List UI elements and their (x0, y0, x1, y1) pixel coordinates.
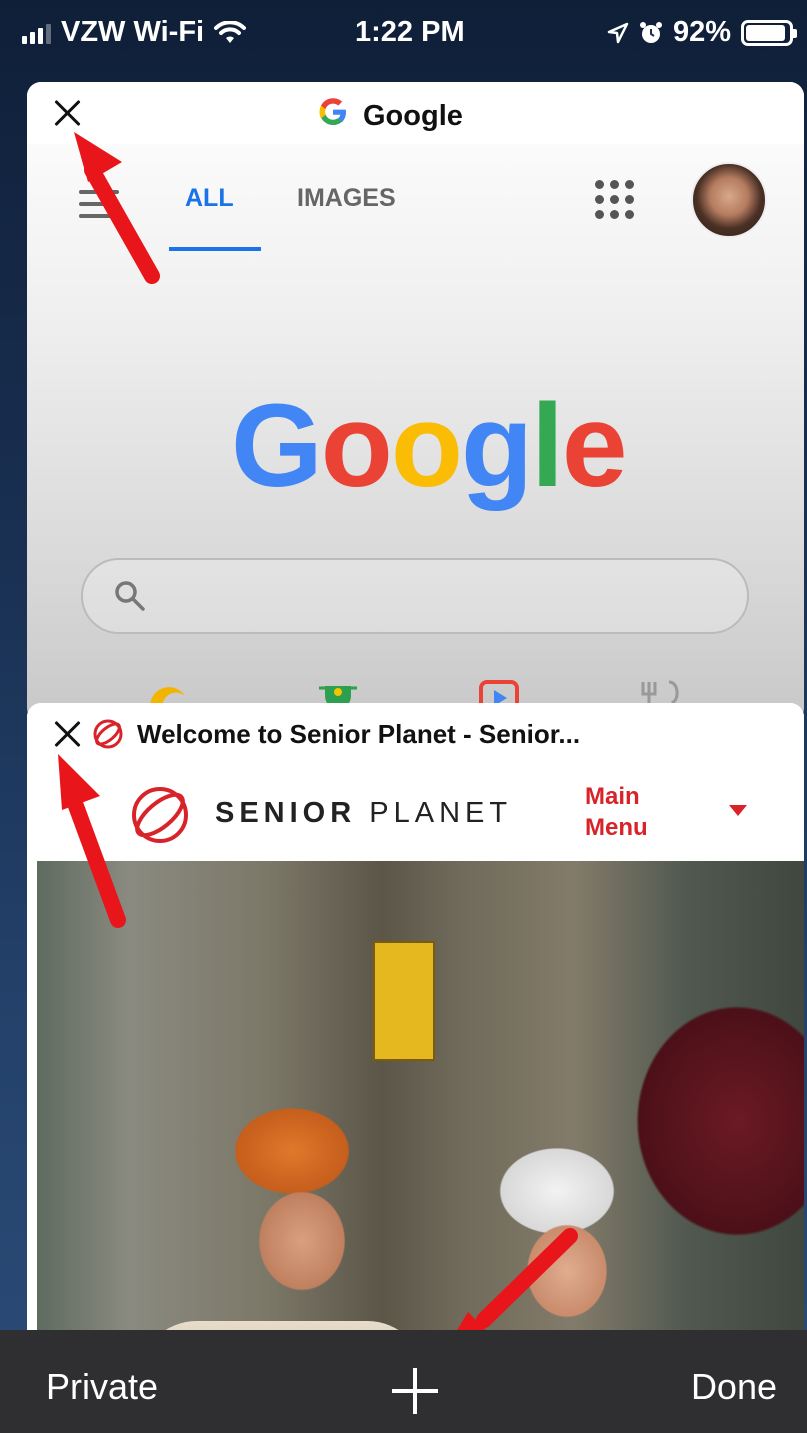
tab-title-text: Google (363, 99, 463, 132)
senior-planet-icon (93, 719, 123, 749)
battery-percent: 92% (672, 16, 731, 48)
close-tab-button[interactable] (53, 98, 83, 128)
google-logo-letter: o (390, 380, 463, 512)
google-logo-letter: o (320, 380, 393, 512)
status-bar: VZW Wi-Fi 1:22 PM 92% (0, 0, 807, 66)
hamburger-icon[interactable] (79, 190, 119, 226)
main-menu-button[interactable]: Main Menu (585, 781, 648, 843)
avatar[interactable] (691, 162, 767, 238)
apps-grid-icon[interactable] (595, 180, 634, 219)
main-menu-line2: Menu (585, 814, 648, 841)
tab-title: Welcome to Senior Planet - Senior... (91, 717, 580, 751)
tab-switcher-toolbar: Private Done (0, 1330, 807, 1433)
senior-planet-logo-icon (132, 787, 188, 843)
main-menu-line1: Main (585, 783, 640, 810)
close-tab-button[interactable] (53, 719, 83, 749)
clock: 1:22 PM (355, 16, 465, 48)
google-logo-letter: l (531, 380, 564, 512)
brand-light: PLANET (369, 797, 513, 829)
search-input[interactable] (81, 558, 749, 634)
google-tab-all[interactable]: ALL (185, 184, 234, 213)
senior-planet-brand[interactable]: SENIOR PLANET (215, 797, 512, 830)
tab-title-text: Welcome to Senior Planet - Senior... (137, 718, 581, 749)
google-logo-letter: G (231, 380, 323, 512)
alarm-icon (639, 21, 662, 43)
tab-titlebar: Welcome to Senior Planet - Senior... (27, 703, 804, 765)
battery-fill (746, 24, 785, 41)
tab-card-google[interactable]: Google ALL IMAGES Google (27, 82, 804, 722)
status-right: 92% (607, 16, 797, 49)
search-icon (115, 581, 145, 611)
wifi-icon (214, 20, 247, 43)
chevron-down-icon[interactable] (729, 805, 747, 816)
caution-sign (373, 941, 435, 1061)
carrier-label: VZW Wi-Fi (61, 16, 205, 48)
tab-title: Google (317, 96, 463, 136)
hero-photo (37, 861, 804, 1403)
google-logo: Google (231, 378, 628, 514)
google-g-icon (317, 96, 349, 136)
signal-icon (22, 22, 51, 44)
tab-card-senior-planet[interactable]: Welcome to Senior Planet - Senior... SEN… (27, 703, 804, 1403)
location-arrow-icon (607, 22, 629, 43)
brand-bold: SENIOR (215, 797, 357, 829)
done-button[interactable]: Done (691, 1366, 777, 1408)
google-logo-letter: g (460, 380, 533, 512)
senior-planet-header: SENIOR PLANET Main Menu (37, 765, 804, 861)
private-button[interactable]: Private (46, 1366, 158, 1408)
google-tab-images[interactable]: IMAGES (297, 184, 396, 213)
google-logo-text: Google (231, 380, 628, 512)
battery-icon (741, 19, 797, 46)
tab-titlebar: Google (27, 82, 804, 144)
google-tab-all-indicator (169, 247, 261, 251)
plus-icon[interactable] (392, 1368, 438, 1414)
status-left: VZW Wi-Fi (22, 16, 247, 49)
google-logo-letter: e (561, 380, 628, 512)
